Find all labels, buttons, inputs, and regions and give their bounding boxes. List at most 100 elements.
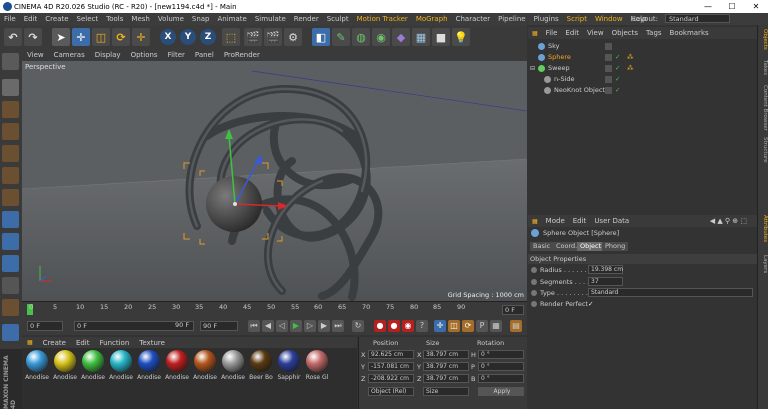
menu-render[interactable]: Render — [290, 15, 323, 23]
timeline-ruler[interactable]: 0 5 10 15 20 25 30 35 40 45 50 55 60 65 … — [22, 301, 527, 317]
rot-p-field[interactable]: 0 ° — [478, 362, 524, 371]
size-z-field[interactable]: 38.797 cm — [423, 374, 469, 383]
menu-snap[interactable]: Snap — [188, 15, 214, 23]
viewport-menu-filter[interactable]: Filter — [163, 51, 190, 59]
rotation-key-icon[interactable]: ⟳ — [462, 320, 474, 332]
menu-plugins[interactable]: Plugins — [530, 15, 563, 23]
coordinate-mode-dropdown[interactable]: Object (Rel) — [368, 387, 414, 396]
tab-basic[interactable]: Basic — [530, 242, 554, 251]
select-cursor-icon[interactable]: ➤ — [52, 28, 70, 46]
enabled-check-icon[interactable]: ✓ — [615, 74, 620, 85]
scale-tool-icon[interactable]: ◫ — [92, 28, 110, 46]
material-swatch[interactable]: Anodise — [136, 350, 162, 381]
rotate-tool-icon[interactable]: ⟳ — [112, 28, 130, 46]
menu-create[interactable]: Create — [41, 15, 72, 23]
record-icon[interactable]: ● — [374, 320, 386, 332]
phong-tag-icon[interactable]: ⁂ — [627, 52, 634, 63]
type-anim-dot[interactable] — [531, 290, 537, 296]
redo-icon[interactable]: ↷ — [24, 28, 42, 46]
light-icon[interactable]: 💡 — [452, 28, 470, 46]
edges-mode-icon[interactable] — [2, 167, 19, 184]
enabled-check-icon[interactable]: ✓ — [615, 52, 620, 63]
object-row-neoknot[interactable]: NeoKnot Object ✓ — [528, 85, 757, 96]
attribute-nav-icons[interactable]: ◀ ▲ ⚲ ⊕ ⬚ — [706, 217, 751, 225]
loop-icon[interactable]: ↻ — [352, 320, 364, 332]
side-tab-content-browser[interactable]: Content Browser — [759, 85, 768, 131]
end-frame-field[interactable]: 90 F — [200, 321, 238, 331]
visibility-toggle[interactable] — [605, 54, 612, 61]
viewport-menu-view[interactable]: View — [22, 51, 49, 59]
workplane-mode-icon[interactable] — [2, 123, 19, 140]
visibility-toggle[interactable] — [605, 65, 612, 72]
menu-window[interactable]: Window — [591, 15, 627, 23]
pos-x-field[interactable]: 92.625 cm — [368, 350, 414, 359]
enable-snap-icon[interactable] — [2, 255, 19, 272]
add-tool-icon[interactable]: ✛ — [132, 28, 150, 46]
cube-primitive-icon[interactable]: ◧ — [312, 28, 330, 46]
object-menu-tags[interactable]: Tags — [642, 29, 666, 37]
menu-volume[interactable]: Volume — [154, 15, 188, 23]
apply-button[interactable]: Apply — [478, 387, 524, 396]
position-key-icon[interactable]: ✛ — [434, 320, 446, 332]
workplane-lock-icon[interactable] — [2, 324, 19, 341]
material-menu-texture[interactable]: Texture — [134, 339, 170, 347]
material-swatch[interactable]: Anodise — [80, 350, 106, 381]
side-tab-layers[interactable]: Layers — [759, 255, 768, 273]
coordinate-system-icon[interactable]: ⬚ — [222, 28, 240, 46]
material-menu-edit[interactable]: Edit — [71, 339, 95, 347]
segments-field[interactable]: 37 — [588, 277, 623, 286]
phong-tag-icon[interactable]: ⁂ — [627, 63, 634, 74]
keyframe-selection-icon[interactable]: ◉ — [402, 320, 414, 332]
minimize-button[interactable]: — — [696, 0, 720, 13]
camera-label[interactable]: Perspective — [25, 63, 66, 71]
help-icon[interactable]: ? — [416, 320, 428, 332]
radius-anim-dot[interactable] — [531, 267, 537, 273]
viewport-menu-panel[interactable]: Panel — [190, 51, 219, 59]
visibility-toggle[interactable] — [605, 43, 612, 50]
param-key-icon[interactable]: P — [476, 320, 488, 332]
next-frame-icon[interactable]: ▷ — [304, 320, 316, 332]
points-mode-icon[interactable] — [2, 145, 19, 162]
viewport-menu-display[interactable]: Display — [90, 51, 126, 59]
menu-pipeline[interactable]: Pipeline — [494, 15, 529, 23]
render-picture-viewer-icon[interactable]: 🎬 — [264, 28, 282, 46]
camera-icon[interactable]: ■ — [432, 28, 450, 46]
visibility-toggle[interactable] — [605, 87, 612, 94]
object-row-sweep[interactable]: ⊟ Sweep ✓ ⁂ — [528, 63, 757, 74]
attribute-menu-user-data[interactable]: User Data — [590, 217, 633, 225]
prev-frame-icon[interactable]: ◁ — [276, 320, 288, 332]
material-swatch[interactable]: Anodise — [24, 350, 50, 381]
3d-viewport[interactable]: Perspective Grid Spacing : 1000 cm — [22, 61, 527, 301]
side-tab-objects[interactable]: Objects — [759, 29, 768, 50]
render-view-icon[interactable]: 🎬 — [244, 28, 262, 46]
side-tab-structure[interactable]: Structure — [759, 137, 768, 163]
play-icon[interactable]: ▶ — [290, 320, 302, 332]
menu-tools[interactable]: Tools — [102, 15, 127, 23]
maximize-button[interactable]: ☐ — [720, 0, 744, 13]
start-frame-field[interactable]: 0 F — [27, 321, 63, 331]
menu-sculpt[interactable]: Sculpt — [323, 15, 353, 23]
object-menu-objects[interactable]: Objects — [608, 29, 642, 37]
deformer-icon[interactable]: ◆ — [392, 28, 410, 46]
pos-y-field[interactable]: -157.081 cm — [368, 362, 414, 371]
polygons-mode-icon[interactable] — [2, 189, 19, 206]
side-tab-attributes[interactable]: Attributes — [759, 215, 768, 242]
material-swatch[interactable]: Sapphir — [276, 350, 302, 381]
rot-h-field[interactable]: 0 ° — [478, 350, 524, 359]
object-menu-file[interactable]: File — [542, 29, 562, 37]
menu-script[interactable]: Script — [563, 15, 591, 23]
object-menu-edit[interactable]: Edit — [561, 29, 583, 37]
radius-field[interactable]: 19.398 cm — [588, 265, 623, 274]
material-swatch[interactable]: Anodise — [52, 350, 78, 381]
material-swatch[interactable]: Anodise — [192, 350, 218, 381]
goto-start-icon[interactable]: ⏮ — [248, 320, 260, 332]
y-axis-lock-button[interactable]: Y — [180, 29, 196, 45]
menu-mograph[interactable]: MoGraph — [412, 15, 452, 23]
subdivision-icon[interactable]: ◍ — [352, 28, 370, 46]
scale-key-icon[interactable]: ◫ — [448, 320, 460, 332]
goto-end-icon[interactable]: ⏭ — [332, 320, 344, 332]
x-axis-lock-button[interactable]: X — [160, 29, 176, 45]
material-swatch[interactable]: Anodise — [164, 350, 190, 381]
next-key-icon[interactable]: ▶ — [318, 320, 330, 332]
tab-object[interactable]: Object — [577, 242, 605, 251]
